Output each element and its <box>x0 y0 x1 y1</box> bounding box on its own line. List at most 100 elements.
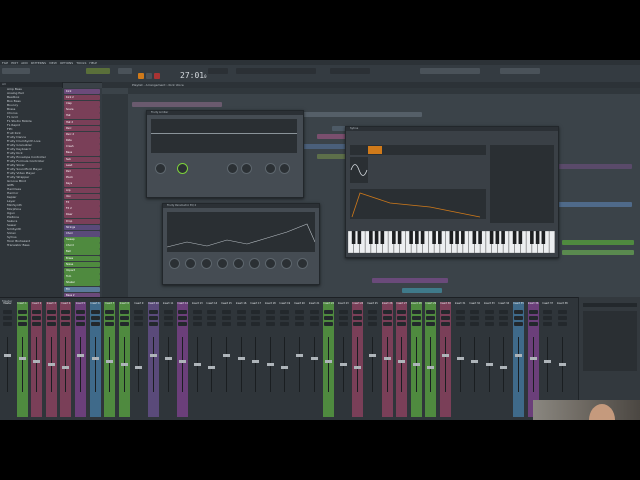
strip-slot[interactable] <box>61 316 71 320</box>
strip-slot[interactable] <box>178 316 188 320</box>
strip-slot[interactable] <box>338 316 348 320</box>
gain-knob[interactable] <box>155 163 166 174</box>
strip-slot[interactable] <box>295 322 304 326</box>
volume-fader-track[interactable] <box>138 337 140 392</box>
strip-slot[interactable] <box>411 316 421 320</box>
strip-slot[interactable] <box>163 316 173 320</box>
strip-slot[interactable] <box>265 316 275 320</box>
volume-fader-track[interactable] <box>240 337 242 392</box>
channel-button[interactable]: Brass <box>64 255 100 262</box>
volume-fader[interactable] <box>500 366 508 369</box>
strip-slot[interactable] <box>192 310 202 314</box>
strip-slot[interactable] <box>149 316 158 320</box>
volume-fader-track[interactable] <box>299 337 300 392</box>
strip-slot[interactable] <box>528 310 538 314</box>
mixer-strip[interactable]: Insert 21 <box>308 302 320 417</box>
volume-fader-track[interactable] <box>167 337 169 392</box>
mixer-strip[interactable]: Insert 26 <box>381 302 393 417</box>
strip-slot[interactable] <box>368 310 377 314</box>
volume-fader-track[interactable] <box>94 337 96 392</box>
volume-fader[interactable] <box>427 366 435 369</box>
channel-button[interactable]: Tom <box>64 274 100 280</box>
piano-black-key[interactable] <box>541 231 546 244</box>
strip-slot[interactable] <box>324 316 334 320</box>
strip-slot[interactable] <box>192 322 202 326</box>
pattern-clip[interactable] <box>562 240 634 245</box>
strip-slot[interactable] <box>397 316 407 320</box>
channel-button[interactable]: Hat 2 <box>64 119 100 126</box>
snap-selector[interactable] <box>208 68 228 74</box>
strip-slot[interactable] <box>543 316 553 320</box>
strip-slot[interactable] <box>309 316 319 320</box>
strip-slot[interactable] <box>76 310 85 314</box>
piano-black-key[interactable] <box>501 231 505 244</box>
strip-slot[interactable] <box>309 322 319 326</box>
strip-slot[interactable] <box>382 322 392 326</box>
volume-fader[interactable] <box>310 357 318 360</box>
attack-knob[interactable] <box>227 163 238 174</box>
strip-slot[interactable] <box>324 322 334 326</box>
piano-black-key[interactable] <box>495 231 500 244</box>
strip-slot[interactable] <box>382 316 392 320</box>
volume-fader-track[interactable] <box>80 337 81 392</box>
strip-slot[interactable] <box>61 322 71 326</box>
volume-fader[interactable] <box>325 360 333 363</box>
channel-button[interactable]: Bell <box>64 249 100 256</box>
pattern-clip[interactable] <box>402 288 442 293</box>
mixer-strip[interactable]: Insert 6 <box>89 302 101 417</box>
mixer-strip[interactable]: Insert 25 <box>367 302 378 417</box>
volume-fader[interactable] <box>296 354 303 357</box>
piano-black-key[interactable] <box>420 231 425 244</box>
strip-slot[interactable] <box>76 316 85 320</box>
volume-fader[interactable] <box>471 360 479 363</box>
mixer-strip[interactable]: Insert 9 <box>133 302 145 417</box>
volume-fader[interactable] <box>91 357 99 360</box>
strip-slot[interactable] <box>105 310 115 314</box>
strip-slot[interactable] <box>61 310 71 314</box>
strip-slot[interactable] <box>411 322 421 326</box>
mixer-strip[interactable]: Insert 10 <box>148 302 159 417</box>
strip-slot[interactable] <box>455 322 465 326</box>
channel-button[interactable]: Ride <box>64 138 100 144</box>
piano-black-key[interactable] <box>415 231 419 244</box>
channel-button[interactable]: Crash <box>64 144 100 150</box>
menu-item-2[interactable]: ADD <box>21 61 28 65</box>
channel-button[interactable]: Lead <box>64 162 100 169</box>
strip-slot[interactable] <box>397 310 407 314</box>
volume-fader[interactable] <box>33 360 41 363</box>
band-knob[interactable] <box>249 258 260 269</box>
strip-slot[interactable] <box>280 322 290 326</box>
strip-slot[interactable] <box>105 322 115 326</box>
strip-slot[interactable] <box>426 322 436 326</box>
channel-button[interactable]: Clap <box>64 100 100 107</box>
strip-slot[interactable] <box>455 310 465 314</box>
strip-slot[interactable] <box>90 316 100 320</box>
band-knob[interactable] <box>201 258 212 269</box>
strip-slot[interactable] <box>309 310 319 314</box>
strip-slot[interactable] <box>338 310 348 314</box>
strip-slot[interactable] <box>280 310 290 314</box>
volume-fader[interactable] <box>412 363 420 366</box>
strip-slot[interactable] <box>557 316 567 320</box>
mixer-strip[interactable]: Insert 1 <box>16 302 28 417</box>
piano-black-key[interactable] <box>512 231 517 244</box>
mixer-strip[interactable]: Insert 22 <box>323 302 335 417</box>
strip-slot[interactable] <box>557 310 567 314</box>
mixer-strip[interactable]: Insert 30 <box>440 302 451 417</box>
oscillator-tabs[interactable] <box>350 145 486 155</box>
volume-fader[interactable] <box>485 363 493 366</box>
mixer-strip[interactable]: Insert 2 <box>31 302 43 417</box>
piano-black-key[interactable] <box>374 231 379 244</box>
strip-slot[interactable] <box>514 310 523 314</box>
volume-fader[interactable] <box>135 366 143 369</box>
strip-slot[interactable] <box>178 322 188 326</box>
pattern-clip[interactable] <box>372 278 448 283</box>
strip-slot[interactable] <box>222 310 231 314</box>
channel-button[interactable]: Kick <box>64 88 100 95</box>
strip-slot[interactable] <box>163 310 173 314</box>
volume-fader-track[interactable] <box>401 337 403 392</box>
channel-button[interactable]: Choir <box>64 230 100 237</box>
channel-button[interactable]: Kick 2 <box>64 94 100 101</box>
menu-item-6[interactable]: TOOLS <box>76 61 86 65</box>
strip-slot[interactable] <box>397 322 407 326</box>
